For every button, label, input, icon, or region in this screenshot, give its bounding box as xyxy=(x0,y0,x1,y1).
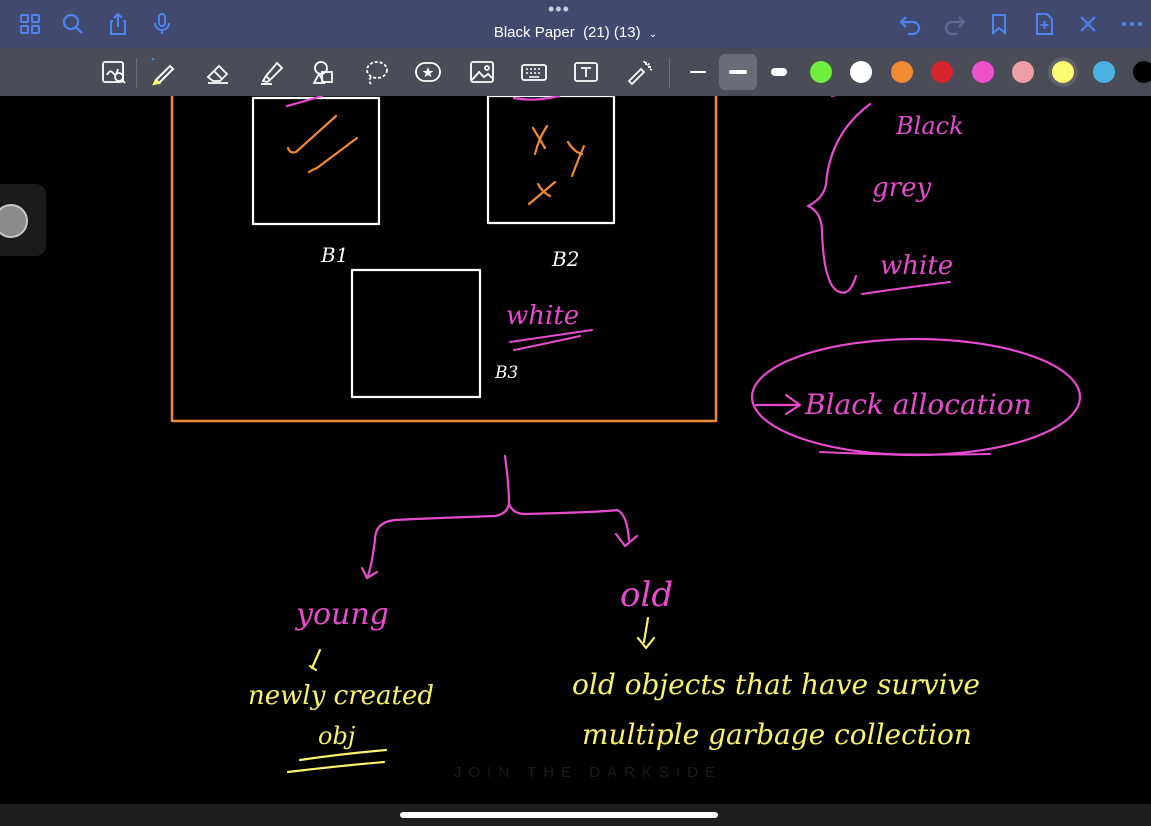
home-bar xyxy=(0,804,1151,826)
color-swatch[interactable] xyxy=(891,61,913,83)
color-swatch[interactable] xyxy=(1093,61,1115,83)
zoom-window-icon[interactable] xyxy=(100,58,128,86)
lasso-icon[interactable] xyxy=(362,58,390,86)
stroke-thin-button[interactable] xyxy=(679,54,717,90)
document-count: (21) (13) xyxy=(583,24,641,41)
label-b1: B1 xyxy=(320,243,348,267)
sticker-icon[interactable] xyxy=(414,58,442,86)
legend-grey: grey xyxy=(872,173,931,203)
young-description-line1: newly created xyxy=(248,681,434,711)
floating-tool-handle[interactable] xyxy=(0,184,46,256)
highlighter-icon[interactable] xyxy=(258,58,286,86)
legend-white: white xyxy=(880,251,953,281)
undo-icon[interactable] xyxy=(898,12,922,36)
color-swatch[interactable] xyxy=(810,61,832,83)
annotation-white: white xyxy=(506,301,579,331)
stroke-medium-button[interactable] xyxy=(719,54,757,90)
old-description-line2: multiple garbage collection xyxy=(582,718,972,751)
shapes-icon[interactable] xyxy=(310,58,338,86)
redo-icon[interactable] xyxy=(943,12,967,36)
label-b2: B2 xyxy=(551,247,579,271)
label-b3: B3 xyxy=(494,363,518,383)
pen-icon[interactable] xyxy=(150,58,178,86)
more-icon[interactable] xyxy=(1120,12,1144,36)
block-b3-box xyxy=(350,268,482,399)
close-icon[interactable] xyxy=(1076,12,1100,36)
toolbar-divider xyxy=(669,58,670,88)
add-page-icon[interactable] xyxy=(1032,12,1056,36)
chevron-down-icon[interactable]: ⌄ xyxy=(649,29,657,40)
bookmark-icon[interactable] xyxy=(987,12,1011,36)
old-description-line1: old objects that have survive xyxy=(572,668,980,701)
laser-pointer-icon[interactable] xyxy=(626,58,654,86)
branch-young-label: young xyxy=(294,597,389,632)
branch-old-label: old xyxy=(620,575,673,615)
image-icon[interactable] xyxy=(468,58,496,86)
color-swatch[interactable] xyxy=(1052,61,1074,83)
circled-note-text: Black allocation xyxy=(804,388,1032,421)
multitask-dots-icon[interactable]: ••• xyxy=(548,0,570,18)
color-swatch[interactable] xyxy=(850,61,872,83)
handle-knob[interactable] xyxy=(0,204,28,238)
color-swatch[interactable] xyxy=(1012,61,1034,83)
title-bar: ••• Black Paper (21) (13) ⌄ xyxy=(0,0,1151,48)
text-box-icon[interactable] xyxy=(572,58,600,86)
block-b2-box xyxy=(486,96,616,225)
document-title[interactable]: Black Paper (21) (13) ⌄ xyxy=(0,24,1151,41)
note-canvas[interactable]: B1 B2 B3 white Black grey white Black al… xyxy=(0,96,1151,804)
toolbar-divider xyxy=(136,58,137,88)
color-swatch[interactable] xyxy=(1133,61,1151,83)
young-description-line2: obj xyxy=(318,722,356,750)
color-swatch[interactable] xyxy=(931,61,953,83)
document-name: Black Paper xyxy=(493,24,575,41)
split-brace xyxy=(365,454,511,580)
stroke-thick-button[interactable] xyxy=(760,54,798,90)
home-indicator[interactable] xyxy=(400,812,718,818)
color-swatch[interactable] xyxy=(972,61,994,83)
legend-black: Black xyxy=(895,112,964,140)
keyboard-icon[interactable] xyxy=(520,58,548,86)
eraser-icon[interactable] xyxy=(204,58,232,86)
block-b1-box xyxy=(251,96,381,226)
legend-brace xyxy=(806,102,872,294)
watermark-text: JOIN THE DARKSIDE xyxy=(454,764,722,781)
